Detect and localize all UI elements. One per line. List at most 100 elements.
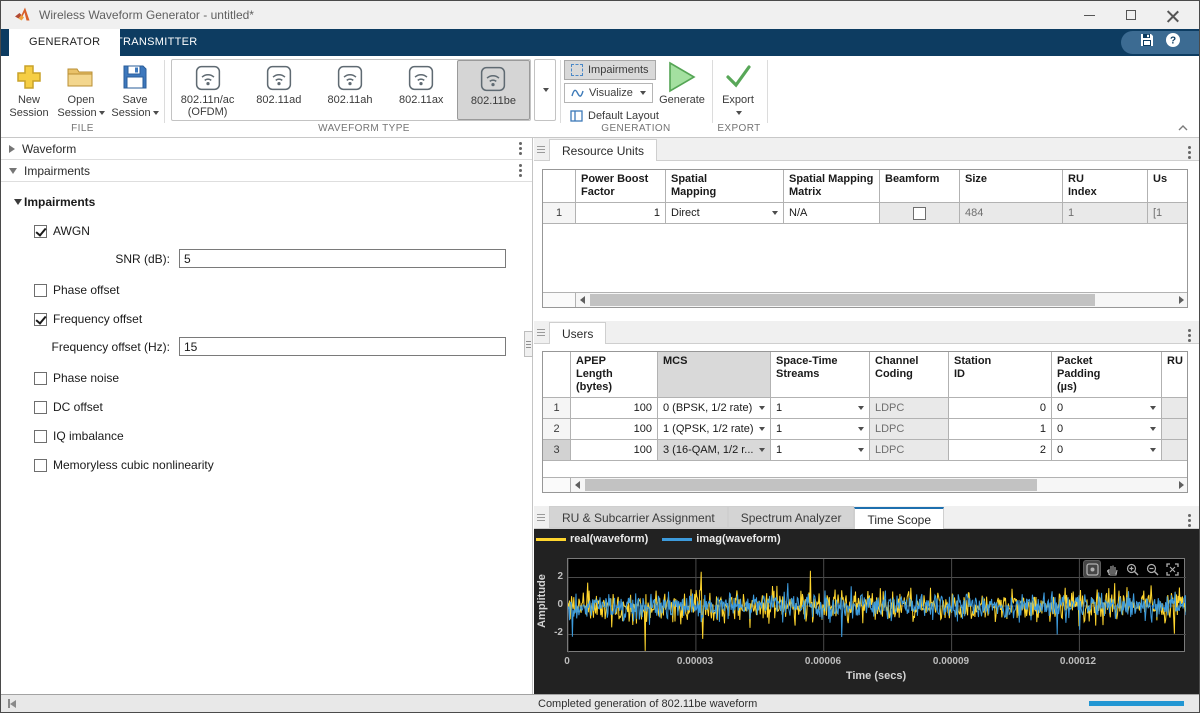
phase-noise-checkbox[interactable] [34, 372, 47, 385]
cell-station-id[interactable]: 1 [949, 419, 1052, 440]
impairments-subsection[interactable]: Impairments [14, 195, 532, 209]
phase-noise-label: Phase noise [53, 371, 119, 385]
impairments-toggle-button[interactable]: Impairments [564, 60, 656, 80]
impairments-icon [571, 64, 583, 76]
header-channel-coding: Channel Coding [870, 352, 949, 398]
scrollbar-thumb[interactable] [590, 294, 1095, 306]
cell-apep-length[interactable]: 100 [571, 440, 658, 461]
panel-menu-icon[interactable] [1188, 151, 1191, 154]
status-bar: Completed generation of 802.11be wavefor… [1, 694, 1199, 712]
tab-users[interactable]: Users [549, 322, 606, 344]
scrollbar-thumb[interactable] [585, 479, 1037, 491]
header-space-time-streams: Space-Time Streams [771, 352, 870, 398]
cell-beamform [880, 203, 960, 224]
open-session-button[interactable]: Open Session [55, 60, 107, 120]
row-number[interactable]: 1 [543, 398, 571, 419]
waveform-type-label: 802.11ax [399, 94, 443, 106]
scrollbar-track[interactable] [571, 478, 1187, 492]
impairments-section-header[interactable]: Impairments [1, 160, 532, 182]
save-session-button[interactable]: Save Session [109, 60, 161, 120]
cell-packet-padding-dropdown[interactable]: 0 [1052, 398, 1162, 419]
drag-grip-icon[interactable] [537, 332, 545, 333]
cell-packet-padding-dropdown[interactable]: 0 [1052, 419, 1162, 440]
tab-transmitter[interactable]: TRANSMITTER [96, 29, 218, 56]
awgn-checkbox[interactable] [34, 225, 47, 238]
dropdown-arrow-icon [759, 448, 765, 452]
cell-spatial-mapping-matrix[interactable]: N/A [784, 203, 880, 224]
waveform-type-label: 802.11ad [256, 94, 301, 106]
export-button[interactable]: Export [713, 60, 763, 120]
collapse-panel-icon[interactable] [8, 699, 16, 708]
minimize-button[interactable] [1069, 1, 1109, 29]
generate-button[interactable]: Generate [654, 60, 710, 107]
waveform-section-header[interactable]: Waveform [1, 138, 532, 160]
cell-station-id[interactable]: 0 [949, 398, 1052, 419]
cell-sts-dropdown[interactable]: 1 [771, 419, 870, 440]
header-corner [543, 170, 576, 203]
cell-sts-dropdown[interactable]: 1 [771, 398, 870, 419]
zoom-out-icon[interactable] [1143, 560, 1161, 578]
panel-menu-icon[interactable] [1188, 519, 1191, 522]
scroll-left-icon[interactable] [576, 293, 588, 307]
tab-spectrum-analyzer[interactable]: Spectrum Analyzer [728, 506, 855, 528]
memoryless-checkbox[interactable] [34, 459, 47, 472]
maximize-button[interactable] [1111, 1, 1151, 29]
beamform-checkbox[interactable] [913, 207, 926, 220]
chevron-right-icon [9, 145, 15, 153]
legend-swatch [662, 538, 692, 541]
collapse-ribbon-button[interactable] [1175, 121, 1191, 133]
drag-grip-icon[interactable] [537, 517, 545, 518]
waveform-80211ah-button[interactable]: 802.11ah [314, 60, 385, 120]
cell-mcs-dropdown[interactable]: 0 (BPSK, 1/2 rate) [658, 398, 771, 419]
save-icon[interactable] [1140, 33, 1154, 52]
row-number[interactable]: 1 [543, 203, 576, 224]
row-number[interactable]: 3 [543, 440, 571, 461]
cell-sts-dropdown[interactable]: 1 [771, 440, 870, 461]
header-mcs: MCS [658, 352, 771, 398]
cell-mcs-dropdown[interactable]: 1 (QPSK, 1/2 rate) [658, 419, 771, 440]
frequency-offset-checkbox[interactable] [34, 313, 47, 326]
waveform-80211ax-button[interactable]: 802.11ax [386, 60, 457, 120]
iq-imbalance-checkbox[interactable] [34, 430, 47, 443]
row-number[interactable]: 2 [543, 419, 571, 440]
tab-time-scope[interactable]: Time Scope [854, 507, 944, 529]
fit-to-view-icon[interactable] [1163, 560, 1181, 578]
iq-imbalance-label: IQ imbalance [53, 429, 124, 443]
cell-apep-length[interactable]: 100 [571, 398, 658, 419]
frequency-offset-hz-input[interactable] [179, 337, 506, 356]
dc-offset-checkbox[interactable] [34, 401, 47, 414]
status-message: Completed generation of 802.11be wavefor… [538, 698, 757, 710]
pan-hand-icon[interactable] [1103, 560, 1121, 578]
tab-resource-units[interactable]: Resource Units [549, 139, 657, 161]
section-menu-icon[interactable] [519, 147, 522, 150]
waveform-80211ad-button[interactable]: 802.11ad [243, 60, 314, 120]
waveform-type-label: 802.11n/ac (OFDM) [172, 94, 243, 118]
cell-apep-length[interactable]: 100 [571, 419, 658, 440]
visualize-button[interactable]: Visualize [564, 83, 653, 103]
scrollbar-track[interactable] [576, 293, 1187, 307]
scroll-right-icon[interactable] [1175, 478, 1187, 492]
cell-station-id[interactable]: 2 [949, 440, 1052, 461]
measurements-icon[interactable] [1083, 560, 1101, 578]
new-session-button[interactable]: New Session [3, 60, 55, 120]
drag-grip-icon[interactable] [537, 149, 545, 150]
phase-offset-checkbox[interactable] [34, 284, 47, 297]
scroll-right-icon[interactable] [1175, 293, 1187, 307]
tab-ru-subcarrier-assignment[interactable]: RU & Subcarrier Assignment [549, 506, 728, 528]
cell-power-boost[interactable]: 1 [576, 203, 666, 224]
cell-mcs-dropdown[interactable]: 3 (16-QAM, 1/2 r... [658, 440, 771, 461]
panel-menu-icon[interactable] [1188, 334, 1191, 337]
cell-spatial-mapping-dropdown[interactable]: Direct [666, 203, 784, 224]
cell-packet-padding-dropdown[interactable]: 0 [1052, 440, 1162, 461]
section-menu-icon[interactable] [519, 169, 522, 172]
zoom-in-icon[interactable] [1123, 560, 1141, 578]
close-button[interactable] [1153, 1, 1193, 29]
awgn-row: AWGN [34, 224, 532, 238]
help-icon[interactable]: ? [1166, 33, 1180, 52]
waveform-80211nac-button[interactable]: 802.11n/ac (OFDM) [172, 60, 243, 120]
waveform-gallery-dropdown-button[interactable] [534, 59, 556, 121]
waveform-80211be-button-selected[interactable]: 802.11be [457, 60, 530, 120]
scroll-left-icon[interactable] [571, 478, 583, 492]
panel-splitter-handle[interactable] [524, 331, 533, 357]
snr-input[interactable] [179, 249, 506, 268]
